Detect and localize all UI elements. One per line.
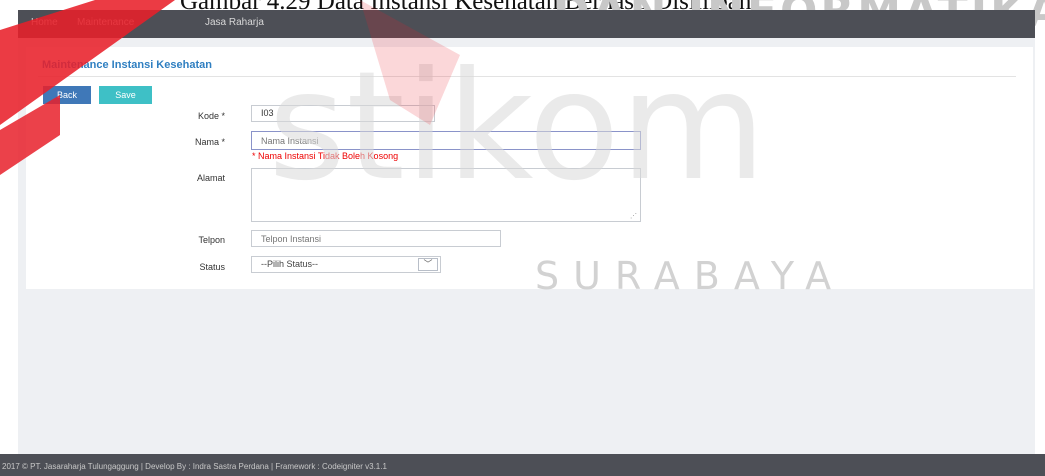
save-button[interactable]: Save bbox=[99, 86, 152, 104]
page-title: Maintenance Instansi Kesehatan bbox=[42, 59, 212, 71]
chevron-down-icon[interactable]: ﹀ bbox=[418, 258, 438, 271]
nav-maintenance[interactable]: Maintenance bbox=[77, 17, 134, 28]
footer-bar: 2017 © PT. Jasaraharja Tulungaggung | De… bbox=[0, 454, 1045, 476]
footer-text: 2017 © PT. Jasaraharja Tulungaggung | De… bbox=[2, 462, 387, 471]
alamat-label: Alamat bbox=[196, 173, 225, 183]
status-label: Status bbox=[199, 262, 225, 272]
nama-label: Nama * bbox=[194, 137, 225, 147]
telpon-label: Telpon bbox=[198, 235, 225, 245]
top-navbar: Home Maintenance Jasa Raharja bbox=[18, 10, 1035, 38]
back-button[interactable]: Back bbox=[43, 86, 91, 104]
resize-handle-icon[interactable]: ⋰ bbox=[630, 212, 637, 220]
watermark-logo-text: stikom bbox=[268, 48, 766, 188]
telpon-field[interactable] bbox=[251, 230, 501, 247]
kode-label: Kode * bbox=[197, 111, 225, 121]
nav-jasa-raharja[interactable]: Jasa Raharja bbox=[205, 17, 264, 28]
status-selected-value: --Pilih Status-- bbox=[261, 259, 319, 269]
watermark-bottom-text: SURABAYA bbox=[535, 254, 846, 298]
stikom-watermark-logo: stikom bbox=[268, 48, 766, 188]
status-select[interactable]: --Pilih Status-- ﹀ bbox=[251, 256, 441, 273]
nav-home[interactable]: Home bbox=[31, 17, 58, 28]
